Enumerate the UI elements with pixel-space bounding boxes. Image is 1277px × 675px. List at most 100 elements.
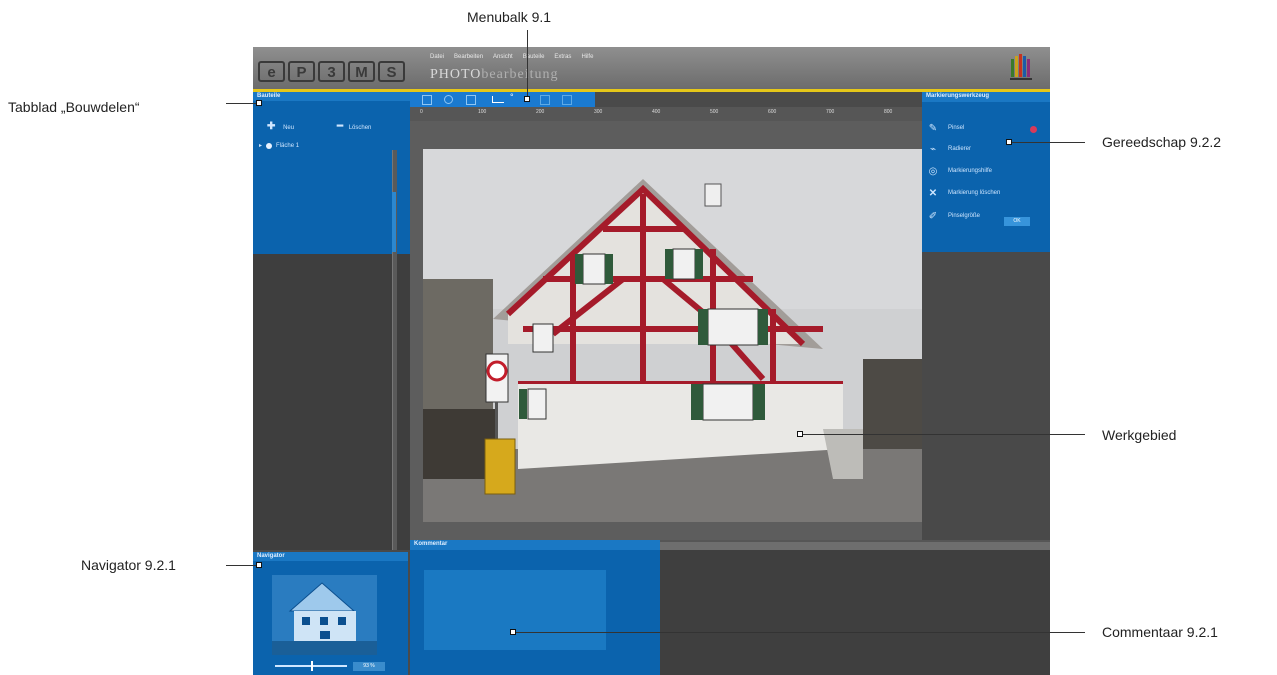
layer-dot-icon <box>266 142 273 149</box>
menu-ansicht[interactable]: Ansicht <box>493 54 513 60</box>
brush-icon: ✎ <box>928 122 938 134</box>
work-area[interactable] <box>410 121 923 549</box>
scrollbar-thumb[interactable] <box>392 192 396 252</box>
tool-delete-marking-label: Markierung löschen <box>948 190 1001 196</box>
close-icon: ✕ <box>928 187 938 199</box>
logo-letter: S <box>378 61 405 82</box>
ruler-tick: 500 <box>710 109 719 115</box>
leader-line-commentaar <box>516 632 1085 633</box>
rotate-icon[interactable]: ° <box>510 92 514 102</box>
logo-letter: e <box>258 61 285 82</box>
menu-bearbeiten[interactable]: Bearbeiten <box>454 54 483 60</box>
add-bauteil-label: Neu <box>283 125 295 131</box>
list-item[interactable]: ▸ Fläche 1 <box>259 142 299 149</box>
ruler-tick: 100 <box>478 109 487 115</box>
house-photo[interactable] <box>423 149 923 522</box>
marker-gereedschap <box>1006 139 1012 145</box>
navigator-thumbnail[interactable] <box>272 575 377 655</box>
tool-panel: Markierungswerkzeug ✎ Pinsel ⌁ Radierer … <box>922 92 1050 550</box>
expand-icon[interactable]: ▸ <box>259 142 262 149</box>
bauteile-panel: Bauteile ✚ Neu ━ Löschen ▸ Fläche 1 <box>253 92 410 550</box>
caparol-logo-icon <box>1010 54 1032 80</box>
bauteile-list: ▸ Fläche 1 <box>253 136 410 254</box>
callout-navigator: Navigator 9.2.1 <box>81 557 176 573</box>
tool-list: ✎ Pinsel ⌁ Radierer ◎ Markierungshilfe ✕… <box>922 102 1050 252</box>
zoom-icon[interactable] <box>444 95 453 104</box>
marker-tabblad <box>256 100 262 106</box>
comment-panel: Kommentar <box>410 540 1050 675</box>
logo-letter: 3 <box>318 61 345 82</box>
comment-empty-area <box>660 550 1050 675</box>
product-name: PHOTObearbeitung <box>430 67 559 83</box>
ruler-tick: 0 <box>420 109 423 115</box>
leader-line-menubalk <box>527 30 528 96</box>
navigator-title: Navigator <box>253 552 408 561</box>
menu-extras[interactable]: Extras <box>554 54 571 60</box>
app-window: e P 3 M S Datei Bearbeiten Ansicht Baute… <box>253 47 1050 675</box>
tool-eraser[interactable]: ⌁ Radierer <box>928 143 971 155</box>
eraser-icon: ⌁ <box>929 143 937 155</box>
redo-icon[interactable] <box>562 95 572 105</box>
comment-divider <box>660 542 1050 550</box>
ruler-tick: 800 <box>884 109 893 115</box>
list-item-label: Fläche 1 <box>276 142 300 149</box>
marker-navigator <box>256 562 262 568</box>
tool-magic-wand-label: Markierungshilfe <box>948 168 993 174</box>
callout-tabblad: Tabblad „Bouwdelen“ <box>8 99 140 115</box>
select-icon[interactable] <box>422 95 432 105</box>
bauteile-tab[interactable]: Bauteile <box>253 92 410 101</box>
menu-bar: Datei Bearbeiten Ansicht Bauteile Extras… <box>430 54 593 60</box>
navigator-panel: Navigator 93 % <box>253 552 408 675</box>
leader-line-werkgebied <box>803 434 1085 435</box>
menu-datei[interactable]: Datei <box>430 54 444 60</box>
pen-icon: ✐ <box>928 210 938 222</box>
marker-commentaar <box>510 629 516 635</box>
delete-bauteil-button[interactable]: ━ Löschen <box>337 121 371 132</box>
logo-letter: M <box>348 61 375 82</box>
tool-brush-size[interactable]: ✐ Pinselgröße <box>928 210 980 222</box>
comment-input[interactable] <box>424 570 606 650</box>
ruler-tick: 300 <box>594 109 603 115</box>
tool-brush[interactable]: ✎ Pinsel <box>928 122 965 134</box>
logo-letter: P <box>288 61 315 82</box>
zoom-slider-handle[interactable] <box>311 661 313 671</box>
magic-wand-icon: ◎ <box>928 165 938 177</box>
ruler-tick: 700 <box>826 109 835 115</box>
tool-brush-label: Pinsel <box>948 125 965 131</box>
ruler-tick: 400 <box>652 109 661 115</box>
title-bar: e P 3 M S Datei Bearbeiten Ansicht Baute… <box>253 47 1050 89</box>
comment-body <box>410 550 660 675</box>
menu-hilfe[interactable]: Hilfe <box>581 54 593 60</box>
canvas-toolbar: ° <box>410 92 595 107</box>
bauteile-toolbar: ✚ Neu ━ Löschen <box>253 101 410 137</box>
leader-line-tabblad <box>226 103 257 104</box>
ok-button[interactable]: OK <box>1004 217 1030 226</box>
ruler-tick: 200 <box>536 109 545 115</box>
undo-icon[interactable] <box>540 95 550 105</box>
tool-magic-wand[interactable]: ◎ Markierungshilfe <box>928 165 992 177</box>
comment-title: Kommentar <box>410 540 660 550</box>
marker-menubalk <box>524 96 530 102</box>
leader-line-navigator <box>226 565 257 566</box>
add-bauteil-button[interactable]: ✚ Neu <box>267 121 294 132</box>
color-swatch[interactable] <box>1030 126 1037 133</box>
callout-commentaar: Commentaar 9.2.1 <box>1102 624 1218 640</box>
app-logo: e P 3 M S <box>258 61 405 82</box>
tool-panel-title: Markierungswerkzeug <box>922 92 1050 102</box>
plus-icon: ✚ <box>267 121 276 132</box>
callout-werkgebied: Werkgebied <box>1102 427 1177 443</box>
delete-bauteil-label: Löschen <box>348 125 372 131</box>
marker-werkgebied <box>797 431 803 437</box>
callout-menubalk: Menubalk 9.1 <box>467 9 552 25</box>
leader-line-gereedschap <box>1012 142 1085 143</box>
product-name-suffix: bearbeitung <box>481 67 559 82</box>
tool-brush-size-label: Pinselgröße <box>948 213 981 219</box>
horizontal-ruler: 0 100 200 300 400 500 600 700 800 <box>410 107 922 122</box>
callout-gereedschap: Gereedschap 9.2.2 <box>1102 134 1222 150</box>
tool-eraser-label: Radierer <box>948 146 972 152</box>
menu-bauteile[interactable]: Bauteile <box>523 54 545 60</box>
zoom-value[interactable]: 93 % <box>353 662 385 671</box>
hand-icon[interactable] <box>466 95 476 105</box>
tool-delete-marking[interactable]: ✕ Markierung löschen <box>928 187 1001 199</box>
crop-icon[interactable] <box>492 96 504 103</box>
